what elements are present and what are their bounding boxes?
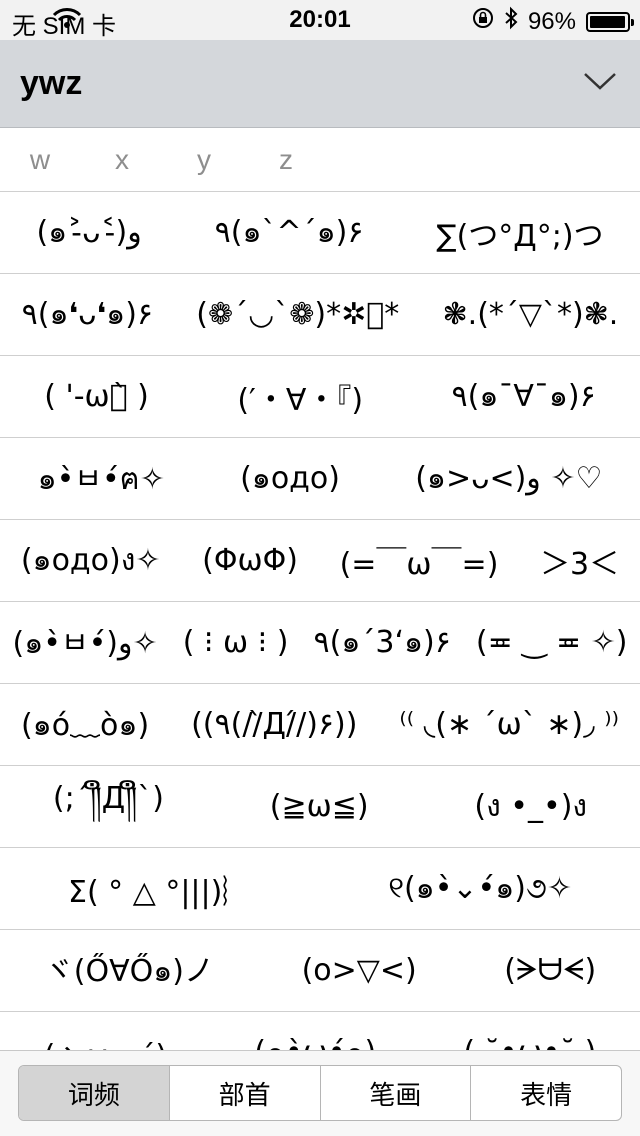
emoticon-cell[interactable]: ∑(つ°Д°;)つ — [436, 211, 603, 255]
emoticon-cell[interactable]: (๑˃̵ᴗ˂̵)و — [36, 209, 141, 256]
emoticon-cell[interactable]: ((٩(//̀Д/́/)۶)) — [191, 707, 357, 742]
emoticon-cell[interactable]: (′・∀・『) — [237, 375, 363, 419]
tab-frequency[interactable]: 词频 — [19, 1066, 170, 1120]
emoticon-cell[interactable]: (=￣ω￣=) — [340, 539, 499, 583]
emoticon-cell[interactable]: (ゝω・´) — [44, 1031, 168, 1051]
emoticon-cell[interactable]: ٩(๑❛ᴗ❛๑)۶ — [22, 291, 153, 338]
tab-radical[interactable]: 部首 — [170, 1066, 321, 1120]
emoticon-cell[interactable]: (❁´◡`❁)*✲゚* — [196, 297, 399, 332]
emoticon-cell[interactable]: (๑•̀ㅂ•́)و✧ — [13, 618, 158, 667]
emoticon-row: (ゝω・´) (๑•̀ω•́๑) ( ˘•ω•˘ ) — [0, 1012, 640, 1050]
emoticon-cell[interactable]: (๑•̀ω•́๑) — [254, 1029, 376, 1050]
emoticon-row: ヾ(Ő∀Ő๑)ノ (o>▽<) (ᗒᗨᗕ) — [0, 930, 640, 1012]
emoticon-cell[interactable]: ٩(๑`^´๑)۶ — [215, 209, 364, 256]
emoticon-cell[interactable]: (๑oдo)ง✧ — [21, 537, 161, 584]
emoticon-row: ๑•̀ㅂ•́ฅ✧ (๑oдo) (๑>ᴗ<)و ✧♡ — [0, 438, 640, 520]
emoticon-row: Σ( ° △ °|||)︴ ୧(๑•̀⌄•́๑)૭✧ — [0, 848, 640, 930]
battery-percent: 96% — [527, 7, 576, 35]
letter-w[interactable]: w — [20, 144, 60, 176]
emoticon-cell[interactable]: ❃.(*´▽`*)❃. — [443, 297, 619, 332]
emoticon-cell[interactable]: ୧(๑•̀⌄•́๑)૭✧ — [388, 865, 572, 912]
segmented-control: 词频 部首 笔画 表情 — [18, 1065, 622, 1121]
emoticon-cell[interactable]: (;´༎ຶД༎ຶ`) — [53, 765, 164, 849]
emoticon-cell[interactable]: (๑ó﹏ò๑) — [21, 700, 149, 749]
emoticon-cell[interactable]: ( '-ωก̀ ) — [44, 379, 149, 414]
emoticon-row: ( '-ωก̀ ) (′・∀・『) ٩(๑¯∀¯๑)۶ — [0, 356, 640, 438]
letter-z[interactable]: z — [266, 144, 306, 176]
emoticon-cell[interactable]: (๑oдo) — [240, 455, 340, 502]
wifi-icon — [52, 7, 82, 36]
status-bar: 无 SIM 卡 20:01 96% — [0, 0, 640, 40]
battery-icon — [586, 11, 634, 32]
emoticon-cell[interactable]: ヾ(Ő∀Ő๑)ノ — [44, 946, 214, 995]
status-right: 96% — [52, 6, 634, 37]
letter-strip: w x y z — [0, 128, 640, 192]
emoticon-cell[interactable]: ๑•̀ㅂ•́ฅ✧ — [38, 454, 165, 503]
emoticon-row: (๑oдo)ง✧ (ΦωΦ) (=￣ω￣=) ＞3＜ — [0, 520, 640, 602]
emoticon-cell[interactable]: (ΦωΦ) — [202, 543, 298, 578]
chevron-down-icon[interactable] — [582, 68, 618, 96]
emoticon-row: (๑ó﹏ò๑) ((٩(//̀Д/́/)۶)) ⁽⁽ ◟(∗ ˊωˋ ∗)◞ ⁾… — [0, 684, 640, 766]
emoticon-cell[interactable]: ٩(๑´3‘๑)۶ — [314, 619, 451, 666]
emoticon-row: (๑•̀ㅂ•́)و✧ ( ⁝ ω ⁝ ) ٩(๑´3‘๑)۶ (≖ ‿ ≖ ✧) — [0, 602, 640, 684]
emoticon-cell[interactable]: ( ⁝ ω ⁝ ) — [183, 625, 289, 660]
emoticon-list[interactable]: (๑˃̵ᴗ˂̵)و ٩(๑`^´๑)۶ ∑(つ°Д°;)つ ٩(๑❛ᴗ❛๑)۶ … — [0, 192, 640, 1050]
emoticon-cell[interactable]: (๑>ᴗ<)و ✧♡ — [415, 455, 602, 502]
tab-stroke[interactable]: 笔画 — [321, 1066, 472, 1120]
emoticon-cell[interactable]: ٩(๑¯∀¯๑)۶ — [451, 373, 595, 420]
emoticon-cell[interactable]: ( ˘•ω•˘ ) — [463, 1035, 596, 1050]
category-tabbar: 词频 部首 笔画 表情 — [0, 1050, 640, 1136]
emoticon-cell[interactable]: (≖ ‿ ≖ ✧) — [476, 625, 628, 660]
emoticon-cell[interactable]: Σ( ° △ °|||)︴ — [68, 867, 252, 911]
emoticon-cell[interactable]: ＞3＜ — [540, 539, 619, 583]
letter-y[interactable]: y — [184, 144, 224, 176]
tab-emoticon[interactable]: 表情 — [471, 1066, 621, 1120]
emoticon-cell[interactable]: (ᗒᗨᗕ) — [504, 953, 596, 988]
letter-x[interactable]: x — [102, 144, 142, 176]
emoticon-cell[interactable]: (ง •_•)ง — [474, 783, 587, 830]
emoticon-cell[interactable]: (o>▽<) — [302, 953, 417, 988]
bluetooth-icon — [504, 6, 518, 37]
rotation-lock-icon — [472, 7, 494, 36]
emoticon-row: (๑˃̵ᴗ˂̵)و ٩(๑`^´๑)۶ ∑(つ°Д°;)つ — [0, 192, 640, 274]
candidate-header: ywz — [0, 40, 640, 128]
emoticon-row: ٩(๑❛ᴗ❛๑)۶ (❁´◡`❁)*✲゚* ❃.(*´▽`*)❃. — [0, 274, 640, 356]
emoticon-cell[interactable]: (≧ω≦) — [270, 789, 369, 824]
emoticon-cell[interactable]: ⁽⁽ ◟(∗ ˊωˋ ∗)◞ ⁾⁾ — [399, 707, 619, 742]
input-pinyin: ywz — [20, 64, 83, 102]
emoticon-row: (;´༎ຶД༎ຶ`) (≧ω≦) (ง •_•)ง — [0, 766, 640, 848]
